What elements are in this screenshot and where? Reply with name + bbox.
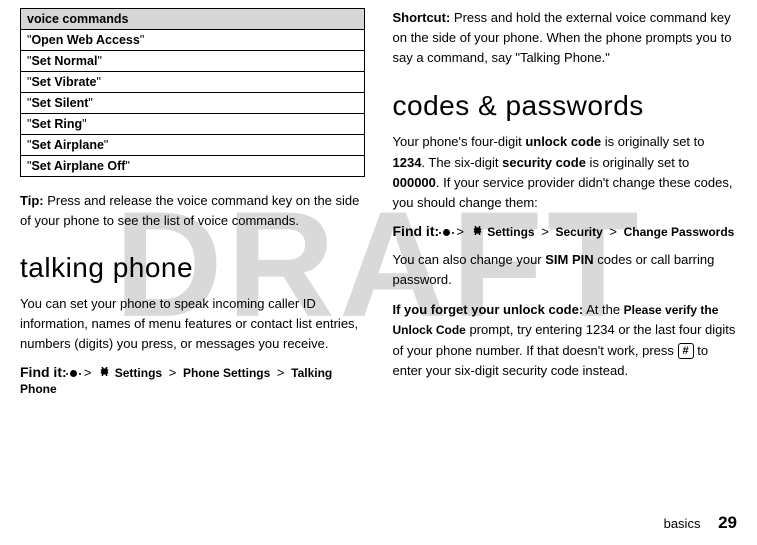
crumb-settings: Settings	[487, 225, 534, 239]
codes-body-2: You can also change your SIM PIN codes o…	[393, 250, 738, 290]
tip-label: Tip:	[20, 193, 44, 208]
settings-icon	[471, 225, 484, 240]
right-column: Shortcut: Press and hold the external vo…	[393, 8, 738, 406]
voice-cmd: Set Ring	[31, 117, 82, 131]
voice-cmd: Open Web Access	[31, 33, 139, 47]
hash-key-icon: #	[678, 343, 694, 359]
voice-cmd: Set Silent	[31, 96, 88, 110]
find-it-right: Find it: > Settings > Security > Change …	[393, 223, 738, 240]
table-row: "Set Vibrate"	[21, 72, 365, 93]
table-row: "Set Ring"	[21, 114, 365, 135]
chevron-icon: >	[453, 224, 467, 239]
txt-bold: 1234	[393, 155, 422, 170]
shortcut-label: Shortcut:	[393, 10, 451, 25]
txt: . The six-digit	[421, 155, 502, 170]
find-it-label: Find it:	[20, 364, 67, 380]
chevron-icon: >	[166, 365, 180, 380]
voice-commands-table: voice commands "Open Web Access" "Set No…	[20, 8, 365, 177]
page-content: voice commands "Open Web Access" "Set No…	[0, 0, 757, 406]
find-it-left: Find it: > Settings > Phone Settings > T…	[20, 364, 365, 396]
page-footer: basics 29	[664, 513, 737, 533]
txt-bold: SIM PIN	[545, 252, 593, 267]
txt-bold: If you forget your unlock code:	[393, 302, 584, 317]
table-row: "Open Web Access"	[21, 30, 365, 51]
crumb-security: Security	[555, 225, 602, 239]
shortcut-paragraph: Shortcut: Press and hold the external vo…	[393, 8, 738, 68]
table-row: "Set Silent"	[21, 93, 365, 114]
codes-passwords-heading: codes & passwords	[393, 90, 738, 122]
voice-cmd: Set Airplane	[31, 138, 103, 152]
txt: At the	[583, 302, 623, 317]
center-key-icon	[443, 229, 450, 236]
txt: is originally set to	[601, 134, 704, 149]
txt-bold: unlock code	[525, 134, 601, 149]
codes-body-3: If you forget your unlock code: At the P…	[393, 300, 738, 381]
crumb-settings: Settings	[115, 366, 162, 380]
chevron-icon: >	[606, 224, 620, 239]
voice-cmd: Set Vibrate	[31, 75, 96, 89]
chevron-icon: >	[81, 365, 95, 380]
txt: . If your service provider didn't change…	[393, 175, 733, 210]
talking-phone-body: You can set your phone to speak incoming…	[20, 294, 365, 354]
crumb-change-passwords: Change Passwords	[624, 225, 735, 239]
find-it-label: Find it:	[393, 223, 440, 239]
tip-text: Press and release the voice command key …	[20, 193, 359, 228]
table-row: "Set Airplane"	[21, 135, 365, 156]
page-number: 29	[718, 513, 737, 532]
left-column: voice commands "Open Web Access" "Set No…	[20, 8, 365, 406]
voice-cmd: Set Normal	[31, 54, 97, 68]
table-row: "Set Normal"	[21, 51, 365, 72]
talking-phone-heading: talking phone	[20, 252, 365, 284]
txt-bold: 000000	[393, 175, 436, 190]
voice-cmd: Set Airplane Off	[31, 159, 125, 173]
settings-icon	[98, 366, 111, 381]
crumb-phone-settings: Phone Settings	[183, 366, 270, 380]
chevron-icon: >	[274, 365, 288, 380]
chevron-icon: >	[538, 224, 552, 239]
txt: You can also change your	[393, 252, 546, 267]
table-row: "Set Airplane Off"	[21, 156, 365, 177]
tip-paragraph: Tip: Press and release the voice command…	[20, 191, 365, 230]
txt: is originally set to	[586, 155, 689, 170]
center-key-icon	[70, 370, 77, 377]
footer-section: basics	[664, 516, 701, 531]
table-header: voice commands	[21, 9, 365, 30]
txt-bold: security code	[502, 155, 586, 170]
codes-body-1: Your phone's four-digit unlock code is o…	[393, 132, 738, 213]
txt: Your phone's four-digit	[393, 134, 526, 149]
